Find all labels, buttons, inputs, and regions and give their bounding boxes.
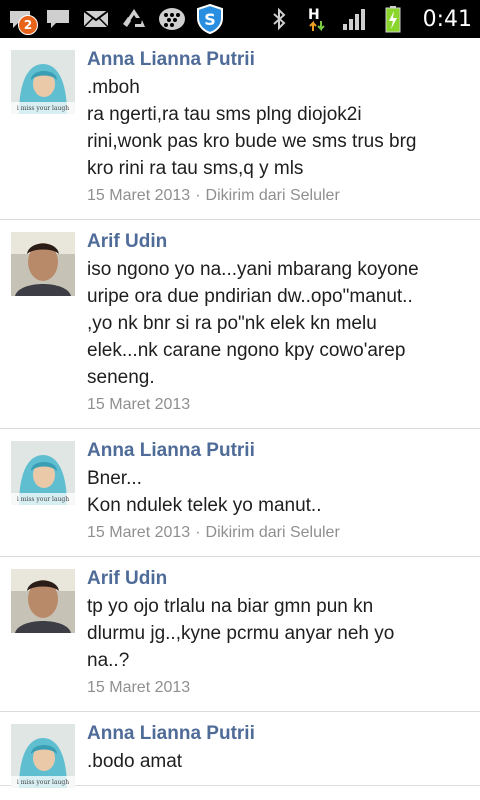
comment-author[interactable]: Anna Lianna Putrii xyxy=(87,437,470,465)
recycle-icon[interactable] xyxy=(120,5,148,33)
comment-text-line: na..? xyxy=(87,650,130,671)
svg-text:S: S xyxy=(204,10,216,29)
meta-separator: · xyxy=(195,524,201,541)
avatar[interactable] xyxy=(11,232,75,296)
avatar[interactable]: i miss your laugh xyxy=(11,441,75,505)
comment-text-line: rini,wonk pas kro bude we sms trus brg xyxy=(87,131,417,152)
comment-text: Bner... Kon ndulek telek yo manut.. xyxy=(87,465,470,519)
comment-text-line: kro rini ra tau sms,q y mls xyxy=(87,158,304,179)
comment-date: 15 Maret 2013 xyxy=(87,396,191,413)
comment-date: 15 Maret 2013 xyxy=(87,679,191,696)
blackberry-icon[interactable] xyxy=(158,5,186,33)
message-icon[interactable] xyxy=(44,5,72,33)
comment-text-line: ra ngerti,ra tau sms plng diojok2i xyxy=(87,104,362,125)
hspa-data-icon: H xyxy=(303,5,331,33)
avatar[interactable] xyxy=(11,569,75,633)
email-icon[interactable] xyxy=(82,5,110,33)
comment-item[interactable]: Arif Udin iso ngono yo na...yani mbarang… xyxy=(0,220,480,429)
comment-text-line: dlurmu jg..,kyne pcrmu anyar neh yo xyxy=(87,623,395,644)
comment-text-line: .bodo amat xyxy=(87,751,183,772)
svg-text:i miss your laugh: i miss your laugh xyxy=(17,496,69,503)
comment-via: Dikirim dari Seluler xyxy=(205,187,340,204)
status-bar: 2 S H 0:41 xyxy=(0,0,480,38)
chat-notification-icon[interactable]: 2 xyxy=(6,5,38,35)
notification-count-badge: 2 xyxy=(18,15,38,35)
bluetooth-icon xyxy=(265,5,293,33)
svg-text:i miss your laugh: i miss your laugh xyxy=(17,105,69,112)
comment-via: Dikirim dari Seluler xyxy=(205,524,340,541)
signal-icon xyxy=(341,5,369,33)
comment-item[interactable]: i miss your laugh Anna Lianna Putrii .bo… xyxy=(0,712,480,788)
comment-text-line: uripe ora due pndirian dw..opo"manut.. xyxy=(87,286,413,307)
comment-meta: 15 Maret 2013 xyxy=(87,675,470,701)
comment-text: iso ngono yo na...yani mbarang koyone ur… xyxy=(87,256,470,391)
comment-meta: 15 Maret 2013 · Dikirim dari Seluler xyxy=(87,183,470,209)
battery-charging-icon xyxy=(379,5,407,33)
comment-text-line: tp yo ojo trlalu na biar gmn pun kn xyxy=(87,596,374,617)
comment-text-line: seneng. xyxy=(87,367,155,388)
network-type-label: H xyxy=(308,7,320,23)
comment-text-line: ,yo nk bnr si ra po"nk elek kn melu xyxy=(87,313,377,334)
shield-s-icon[interactable]: S xyxy=(196,4,224,34)
comment-date: 15 Maret 2013 xyxy=(87,524,191,541)
comment-text-line: Bner... xyxy=(87,468,142,489)
comment-feed[interactable]: i miss your laugh Anna Lianna Putrii .mb… xyxy=(0,38,480,800)
meta-separator: · xyxy=(195,187,201,204)
system-icons: H 0:41 xyxy=(265,0,472,38)
avatar[interactable]: i miss your laugh xyxy=(11,50,75,114)
svg-text:i miss your laugh: i miss your laugh xyxy=(17,779,69,786)
notification-icons: 2 S xyxy=(6,0,224,38)
avatar[interactable]: i miss your laugh xyxy=(11,724,75,788)
comment-text: tp yo ojo trlalu na biar gmn pun kn dlur… xyxy=(87,593,470,674)
comment-text: .bodo amat xyxy=(87,748,470,775)
comment-text: .mboh ra ngerti,ra tau sms plng diojok2i… xyxy=(87,74,470,182)
comment-text-line: .mboh xyxy=(87,77,140,98)
comment-author[interactable]: Arif Udin xyxy=(87,228,470,256)
comment-date: 15 Maret 2013 xyxy=(87,187,191,204)
comment-text-line: Kon ndulek telek yo manut.. xyxy=(87,495,322,516)
comment-author[interactable]: Anna Lianna Putrii xyxy=(87,46,470,74)
comment-text-line: elek...nk carane ngono kpy cowo'arep xyxy=(87,340,406,361)
comment-author[interactable]: Anna Lianna Putrii xyxy=(87,720,470,748)
comment-item[interactable]: Arif Udin tp yo ojo trlalu na biar gmn p… xyxy=(0,557,480,712)
comment-item[interactable]: i miss your laugh Anna Lianna Putrii Bne… xyxy=(0,429,480,557)
comment-meta: 15 Maret 2013 · Dikirim dari Seluler xyxy=(87,520,470,546)
clock: 0:41 xyxy=(422,6,472,32)
comment-author[interactable]: Arif Udin xyxy=(87,565,470,593)
comment-meta: 15 Maret 2013 xyxy=(87,392,470,418)
comment-item[interactable]: i miss your laugh Anna Lianna Putrii .mb… xyxy=(0,38,480,220)
comment-text-line: iso ngono yo na...yani mbarang koyone xyxy=(87,259,419,280)
